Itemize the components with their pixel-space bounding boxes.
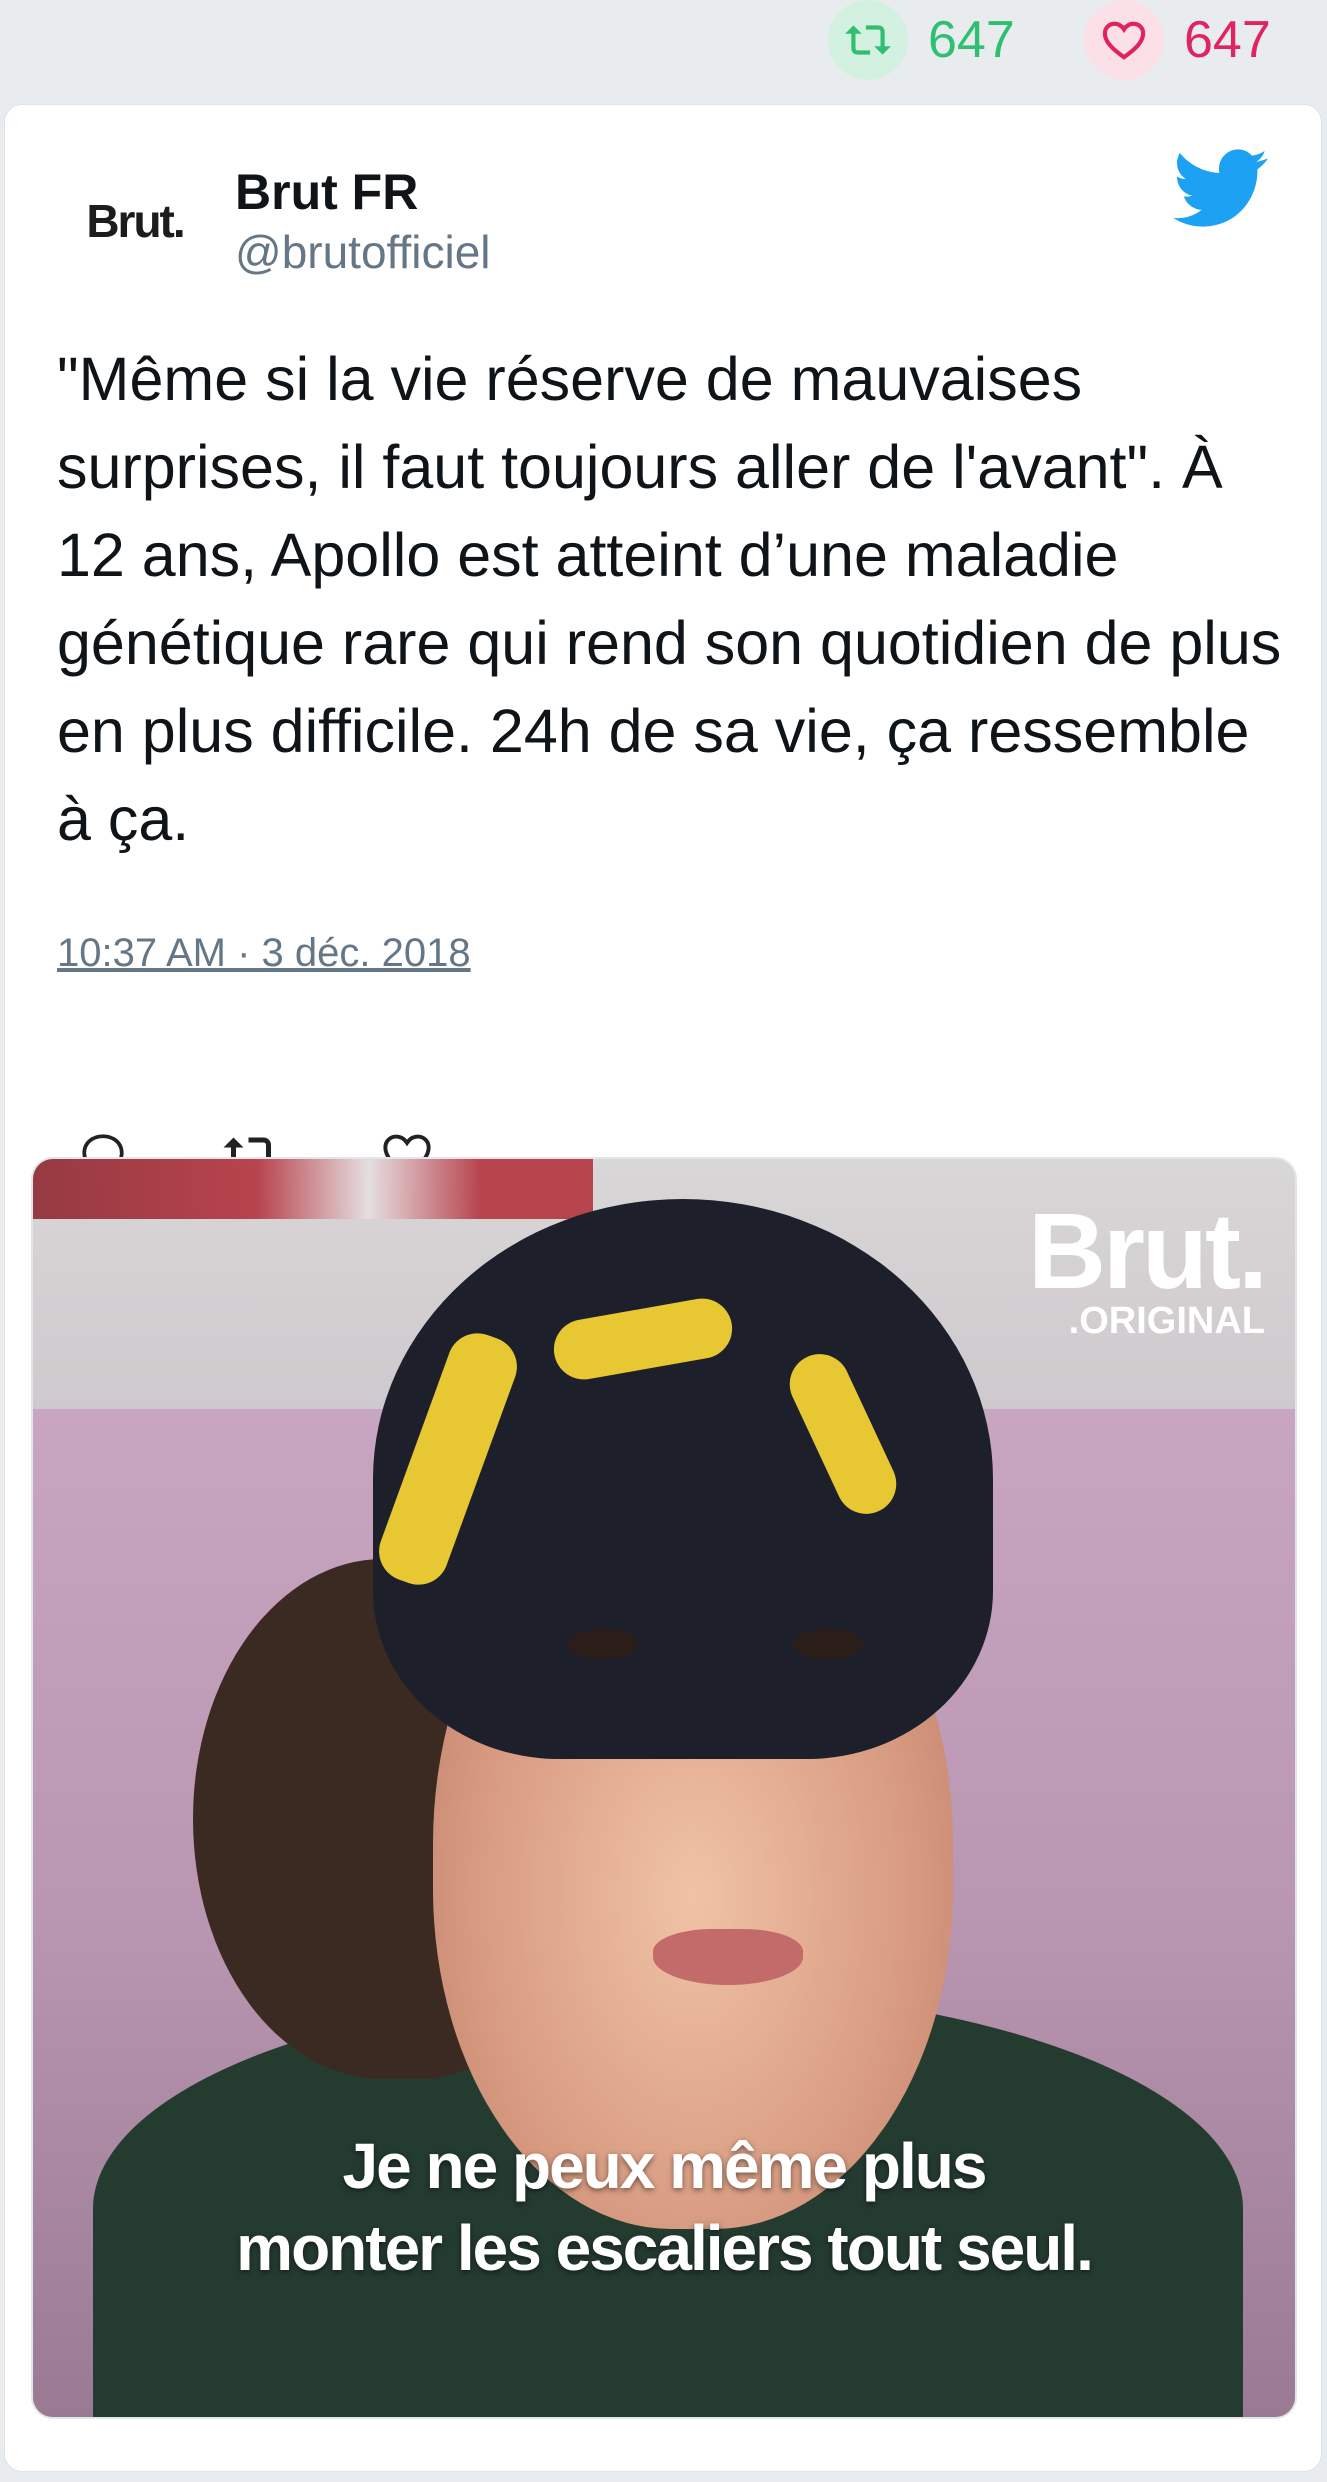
avatar-logo-text: Brut. bbox=[86, 195, 185, 247]
tweet-card: Brut. Brut FR @brutofficiel "Même si la … bbox=[4, 104, 1322, 2472]
author-name[interactable]: Brut FR bbox=[235, 163, 418, 221]
retweet-icon[interactable] bbox=[828, 0, 908, 80]
heart-icon[interactable] bbox=[1084, 0, 1164, 80]
video-eye-left bbox=[568, 1629, 638, 1659]
video-subtitle: Je ne peux même plus monter les escalier… bbox=[236, 2130, 1094, 2284]
engagement-bar: 647 647 bbox=[0, 0, 1327, 100]
brut-original-logo: Brut. .ORIGINAL bbox=[1028, 1190, 1268, 1342]
author-handle[interactable]: @brutofficiel bbox=[235, 225, 491, 279]
retweet-stat[interactable]: 647 bbox=[828, 0, 1015, 80]
tweet-timestamp-link[interactable]: 10:37 AM · 3 déc. 2018 bbox=[57, 931, 471, 976]
twitter-bird-icon[interactable] bbox=[1173, 149, 1269, 229]
tweet-video-thumbnail[interactable]: Brut. .ORIGINAL Je ne peux même plus mon… bbox=[31, 1157, 1297, 2419]
video-flag-decoration bbox=[33, 1159, 593, 1219]
tweet-text: "Même si la vie réserve de mauvaises sur… bbox=[57, 345, 1299, 853]
video-mouth bbox=[653, 1929, 803, 1985]
like-count: 647 bbox=[1184, 11, 1271, 69]
video-eye-right bbox=[793, 1629, 863, 1659]
like-stat[interactable]: 647 bbox=[1084, 0, 1271, 80]
retweet-count: 647 bbox=[928, 11, 1015, 69]
brut-logo-main: Brut. bbox=[1028, 1190, 1268, 1311]
avatar[interactable]: Brut. bbox=[65, 171, 205, 271]
